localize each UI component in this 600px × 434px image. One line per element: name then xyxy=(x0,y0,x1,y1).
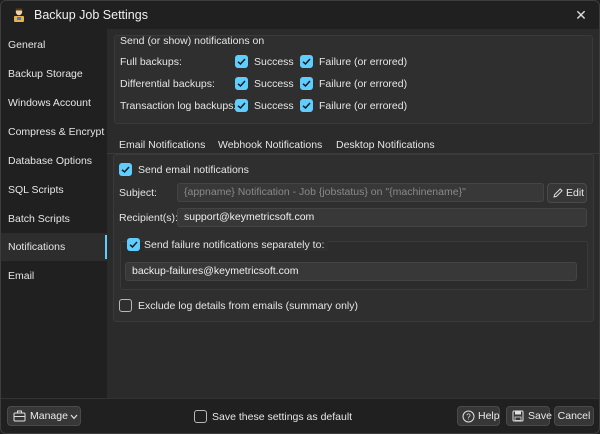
sidebar-item-backup-storage[interactable]: Backup Storage xyxy=(1,60,107,88)
save-button[interactable]: Save xyxy=(506,406,552,426)
full-failure-label: Failure (or errored) xyxy=(319,56,408,68)
sidebar-item-label: Email xyxy=(8,270,35,282)
help-button-label: Help xyxy=(478,410,500,422)
full-success-checkbox[interactable] xyxy=(235,55,248,68)
exclude-log-checkbox[interactable] xyxy=(119,299,132,312)
title-bar: Backup Job Settings ✕ xyxy=(1,1,599,29)
full-success-label: Success xyxy=(254,56,294,68)
help-button[interactable]: ? Help xyxy=(457,406,500,426)
cancel-button[interactable]: Cancel xyxy=(554,406,594,426)
save-icon xyxy=(512,410,524,422)
edit-subject-button[interactable]: Edit xyxy=(547,183,587,203)
full-failure-checkbox[interactable] xyxy=(300,55,313,68)
dialog-window: Backup Job Settings ✕ General Backup Sto… xyxy=(0,0,600,434)
window-title: Backup Job Settings xyxy=(34,8,148,22)
sidebar-item-label: SQL Scripts xyxy=(8,184,64,196)
log-failure-checkbox[interactable] xyxy=(300,99,313,112)
sidebar-nav: General Backup Storage Windows Account C… xyxy=(1,29,107,398)
subject-field[interactable]: {appname} Notification - Job {jobstatus}… xyxy=(177,183,544,202)
log-backups-label: Transaction log backups: xyxy=(120,100,237,112)
manage-button-label: Manage xyxy=(30,410,68,422)
cancel-button-label: Cancel xyxy=(557,410,591,422)
save-button-label: Save xyxy=(528,410,552,422)
footer-bar: Manage Save these settings as default ? … xyxy=(1,398,599,433)
separate-failure-label: Send failure notifications separately to… xyxy=(144,239,329,251)
diff-failure-checkbox[interactable] xyxy=(300,77,313,90)
recipients-label: Recipient(s): xyxy=(119,212,178,224)
briefcase-icon xyxy=(13,410,26,422)
exclude-log-label: Exclude log details from emails (summary… xyxy=(138,300,358,312)
sidebar-item-email[interactable]: Email xyxy=(1,262,107,290)
sidebar-item-label: Batch Scripts xyxy=(8,213,70,225)
sidebar-item-label: Windows Account xyxy=(8,97,91,109)
send-email-label: Send email notifications xyxy=(138,164,249,176)
diff-success-checkbox[interactable] xyxy=(235,77,248,90)
sidebar-item-general[interactable]: General xyxy=(1,31,107,59)
full-backups-label: Full backups: xyxy=(120,56,182,68)
settings-content: Send (or show) notifications on Full bac… xyxy=(107,29,599,398)
save-default-checkbox[interactable] xyxy=(194,410,207,423)
sidebar-item-label: Notifications xyxy=(8,241,66,253)
diff-backups-label: Differential backups: xyxy=(120,78,215,90)
recipients-field[interactable]: support@keymetricsoft.com xyxy=(177,208,587,227)
diff-failure-label: Failure (or errored) xyxy=(319,78,408,90)
sidebar-item-sql-scripts[interactable]: SQL Scripts xyxy=(1,176,107,204)
svg-text:?: ? xyxy=(466,413,471,422)
email-tab-panel xyxy=(113,154,594,322)
log-success-checkbox[interactable] xyxy=(235,99,248,112)
subject-label: Subject: xyxy=(119,187,157,199)
notify-on-legend: Send (or show) notifications on xyxy=(120,35,265,47)
sidebar-item-label: Compress & Encrypt xyxy=(8,126,105,138)
manage-button[interactable]: Manage xyxy=(7,406,81,426)
log-failure-label: Failure (or errored) xyxy=(319,100,408,112)
help-icon: ? xyxy=(462,410,475,423)
send-email-checkbox[interactable] xyxy=(119,163,132,176)
separate-failure-checkbox[interactable] xyxy=(127,238,140,251)
chevron-down-icon xyxy=(70,414,78,420)
sidebar-item-compress-encrypt[interactable]: Compress & Encrypt xyxy=(1,118,107,146)
sidebar-item-label: Database Options xyxy=(8,155,93,167)
sidebar-item-database-options[interactable]: Database Options xyxy=(1,147,107,175)
diff-success-label: Success xyxy=(254,78,294,90)
sidebar-item-windows-account[interactable]: Windows Account xyxy=(1,89,107,117)
separate-failure-field[interactable]: backup-failures@keymetricsoft.com xyxy=(125,262,577,281)
pencil-icon xyxy=(553,188,563,198)
sidebar-item-notifications[interactable]: Notifications xyxy=(1,233,107,261)
close-icon[interactable]: ✕ xyxy=(571,5,591,25)
sidebar-item-label: Backup Storage xyxy=(8,68,83,80)
log-success-label: Success xyxy=(254,100,294,112)
sidebar-item-batch-scripts[interactable]: Batch Scripts xyxy=(1,205,107,233)
sidebar-item-label: General xyxy=(8,39,46,51)
save-default-label: Save these settings as default xyxy=(212,411,353,423)
app-icon xyxy=(11,7,27,23)
edit-button-label: Edit xyxy=(566,187,585,199)
